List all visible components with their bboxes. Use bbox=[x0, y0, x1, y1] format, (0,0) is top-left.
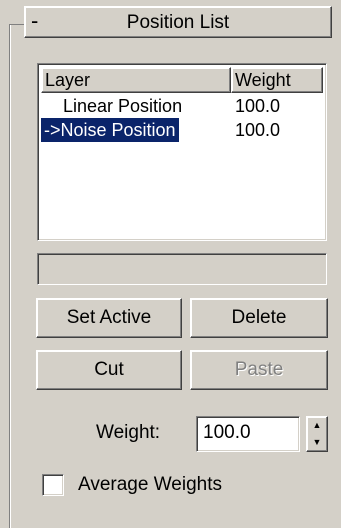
row-weight-value: 100.0 bbox=[235, 120, 281, 140]
set-active-button[interactable]: Set Active bbox=[36, 298, 182, 338]
spinner-up-icon[interactable]: ▲ bbox=[307, 417, 327, 434]
weight-input[interactable]: 100.0 bbox=[196, 416, 300, 452]
cut-button[interactable]: Cut bbox=[36, 350, 182, 390]
column-header-weight[interactable]: Weight bbox=[231, 67, 323, 93]
rollout-header[interactable]: - Position List bbox=[24, 6, 332, 38]
spinner-down-icon[interactable]: ▼ bbox=[307, 434, 327, 451]
column-header-layer[interactable]: Layer bbox=[41, 67, 231, 93]
list-row-linear-position[interactable]: Linear Position 100.0 bbox=[41, 94, 325, 118]
delete-button[interactable]: Delete bbox=[190, 298, 328, 338]
rollout-title: Position List bbox=[126, 12, 230, 33]
weight-spinner[interactable]: ▲ ▼ bbox=[306, 416, 328, 452]
layer-name-field[interactable] bbox=[37, 253, 327, 285]
list-row-noise-position[interactable]: ->Noise Position 100.0 bbox=[41, 118, 325, 142]
row-weight-value: 100.0 bbox=[235, 96, 281, 116]
row-layer-name: Linear Position bbox=[63, 96, 183, 116]
rollout-frame-corner bbox=[9, 24, 25, 25]
row-layer-name-selected: ->Noise Position bbox=[41, 118, 179, 142]
layer-list[interactable]: Layer Weight Linear Position 100.0 ->Noi… bbox=[37, 63, 327, 241]
average-weights-checkbox[interactable] bbox=[42, 474, 64, 496]
paste-button[interactable]: Paste bbox=[190, 350, 328, 390]
weight-label: Weight: bbox=[96, 422, 161, 443]
rollout-frame bbox=[9, 24, 10, 528]
average-weights-label[interactable]: Average Weights bbox=[78, 474, 222, 496]
